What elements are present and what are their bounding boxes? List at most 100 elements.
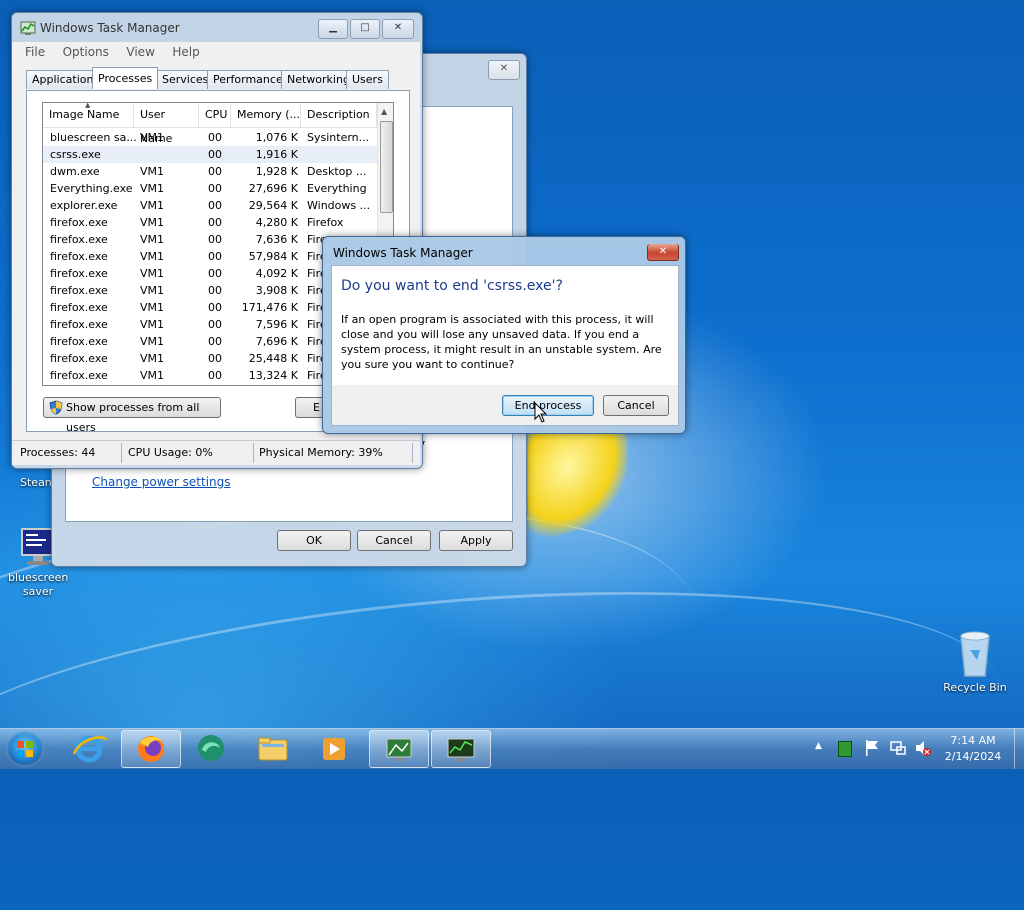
ok-button[interactable]: OK <box>277 530 351 551</box>
dialog-message: If an open program is associated with th… <box>341 313 662 371</box>
cell-image-name: firefox.exe <box>50 284 108 297</box>
cell-description: Everything <box>307 182 367 195</box>
tab-strip: Applications Processes Services Performa… <box>26 67 406 90</box>
desktop-icon-recycle-bin[interactable]: Recycle Bin <box>937 630 1013 694</box>
cell-cpu: 00 <box>208 131 222 144</box>
uac-shield-icon <box>49 400 63 415</box>
close-icon: ✕ <box>658 246 668 257</box>
dialog-title: Windows Task Manager <box>333 246 473 260</box>
cell-memory: 29,564 K <box>248 199 298 212</box>
clock-time: 7:14 AM <box>950 734 996 747</box>
cell-memory: 4,280 K <box>255 216 298 229</box>
maximize-button[interactable]: □ <box>350 19 380 39</box>
cell-image-name: csrss.exe <box>50 148 101 161</box>
cell-user-name: VM1 <box>140 165 165 178</box>
system-clock[interactable]: 7:14 AM 2/14/2024 <box>942 733 1004 765</box>
cell-memory: 4,092 K <box>255 267 298 280</box>
close-button[interactable]: ✕ <box>382 19 414 39</box>
task-manager-icon <box>20 20 36 36</box>
change-power-settings-link-text[interactable]: Change power settings <box>92 475 231 489</box>
cell-memory: 3,908 K <box>255 284 298 297</box>
cell-image-name: firefox.exe <box>50 216 108 229</box>
cell-user-name: VM1 <box>140 250 165 263</box>
end-process-dialog[interactable]: Windows Task Manager ✕ Do you want to en… <box>322 236 686 434</box>
cell-user-name: VM1 <box>140 318 165 331</box>
desktop-icon-label: bluescreen saver <box>8 571 69 598</box>
volume-muted-icon[interactable] <box>914 739 932 760</box>
network-icon[interactable] <box>889 739 907 760</box>
cell-memory: 27,696 K <box>248 182 298 195</box>
column-memory[interactable]: Memory (... <box>231 103 301 127</box>
dialog-close-button[interactable]: ✕ <box>647 244 679 261</box>
taskbar-file-explorer[interactable] <box>244 730 302 766</box>
show-desktop-button[interactable] <box>1014 729 1024 769</box>
tab-performance[interactable]: Performance <box>207 70 289 89</box>
cell-memory: 7,696 K <box>255 335 298 348</box>
scrollbar-thumb[interactable] <box>380 121 393 213</box>
taskbar-browser-app[interactable] <box>182 730 240 766</box>
taskbar-internet-explorer[interactable] <box>60 730 118 766</box>
cell-user-name: VM1 <box>140 216 165 229</box>
table-row[interactable]: dwm.exe VM1 00 1,928 K Desktop ... <box>43 163 377 180</box>
menu-view[interactable]: View <box>126 45 154 59</box>
dialog-cancel-button[interactable]: Cancel <box>603 395 669 416</box>
close-icon: ✕ <box>499 63 509 74</box>
cell-memory: 7,596 K <box>255 318 298 331</box>
monitor-icon <box>21 528 55 568</box>
tab-processes[interactable]: Processes <box>92 67 159 89</box>
cell-memory: 13,324 K <box>248 369 298 382</box>
cell-cpu: 00 <box>208 199 222 212</box>
table-row[interactable]: firefox.exe VM1 00 4,280 K Firefox <box>43 214 377 231</box>
table-row[interactable]: csrss.exe 00 1,916 K <box>43 146 377 163</box>
action-center-flag-icon[interactable] <box>864 739 880 760</box>
cancel-button[interactable]: Cancel <box>357 530 431 551</box>
cell-memory: 7,636 K <box>255 233 298 246</box>
close-button[interactable]: ✕ <box>488 60 520 80</box>
tab-services[interactable]: Services <box>156 70 215 89</box>
cell-image-name: firefox.exe <box>50 318 108 331</box>
show-hidden-icons-button[interactable]: ▲ <box>815 741 822 751</box>
taskbar-task-manager[interactable] <box>431 730 491 768</box>
table-row[interactable]: Everything.exe VM1 00 27,696 K Everything <box>43 180 377 197</box>
monitor-app-icon <box>386 738 412 761</box>
taskbar-firefox[interactable] <box>121 730 181 768</box>
menu-file[interactable]: File <box>25 45 45 59</box>
taskbar-screensaver-app[interactable] <box>369 730 429 768</box>
internet-explorer-icon <box>72 735 108 763</box>
cell-cpu: 00 <box>208 165 222 178</box>
tab-users[interactable]: Users <box>346 70 389 89</box>
cell-cpu: 00 <box>208 250 222 263</box>
column-user-name[interactable]: User Name <box>134 103 199 145</box>
end-process-confirm-button[interactable]: End process <box>502 395 594 416</box>
cell-user-name: VM1 <box>140 284 165 297</box>
menu-options[interactable]: Options <box>63 45 109 59</box>
cell-cpu: 00 <box>208 148 222 161</box>
cell-user-name: VM1 <box>140 301 165 314</box>
scroll-up-icon[interactable]: ▲ <box>381 107 387 116</box>
apply-button[interactable]: Apply <box>439 530 513 551</box>
menu-help[interactable]: Help <box>172 45 199 59</box>
menu-bar: File Options View Help <box>12 42 420 62</box>
cell-user-name: VM1 <box>140 335 165 348</box>
column-cpu[interactable]: CPU <box>199 103 231 127</box>
cell-image-name: Everything.exe <box>50 182 133 195</box>
tray-app-icon[interactable] <box>838 741 852 757</box>
tab-networking[interactable]: Networking <box>281 70 356 89</box>
show-all-processes-label: Show processes from all users <box>66 401 200 434</box>
start-button[interactable] <box>6 731 44 767</box>
cell-cpu: 00 <box>208 216 222 229</box>
minimize-button[interactable]: ▁ <box>318 19 348 39</box>
change-power-settings-link[interactable]: Change power settings <box>92 475 231 489</box>
dialog-content: Do you want to end 'csrss.exe'? If an op… <box>331 265 679 387</box>
windows-logo-icon <box>17 741 33 757</box>
column-description[interactable]: Description <box>301 103 377 127</box>
media-player-icon <box>323 738 345 760</box>
taskbar: ▲ <box>0 728 1024 769</box>
table-row[interactable]: explorer.exe VM1 00 29,564 K Windows ... <box>43 197 377 214</box>
table-row[interactable]: bluescreen sa... VM1 00 1,076 K Sysintern... <box>43 129 377 146</box>
cell-image-name: firefox.exe <box>50 352 108 365</box>
cell-description: Desktop ... <box>307 165 367 178</box>
cell-image-name: firefox.exe <box>50 335 108 348</box>
taskbar-media-player[interactable] <box>305 730 363 766</box>
show-all-processes-button[interactable]: Show processes from all users <box>43 397 221 434</box>
